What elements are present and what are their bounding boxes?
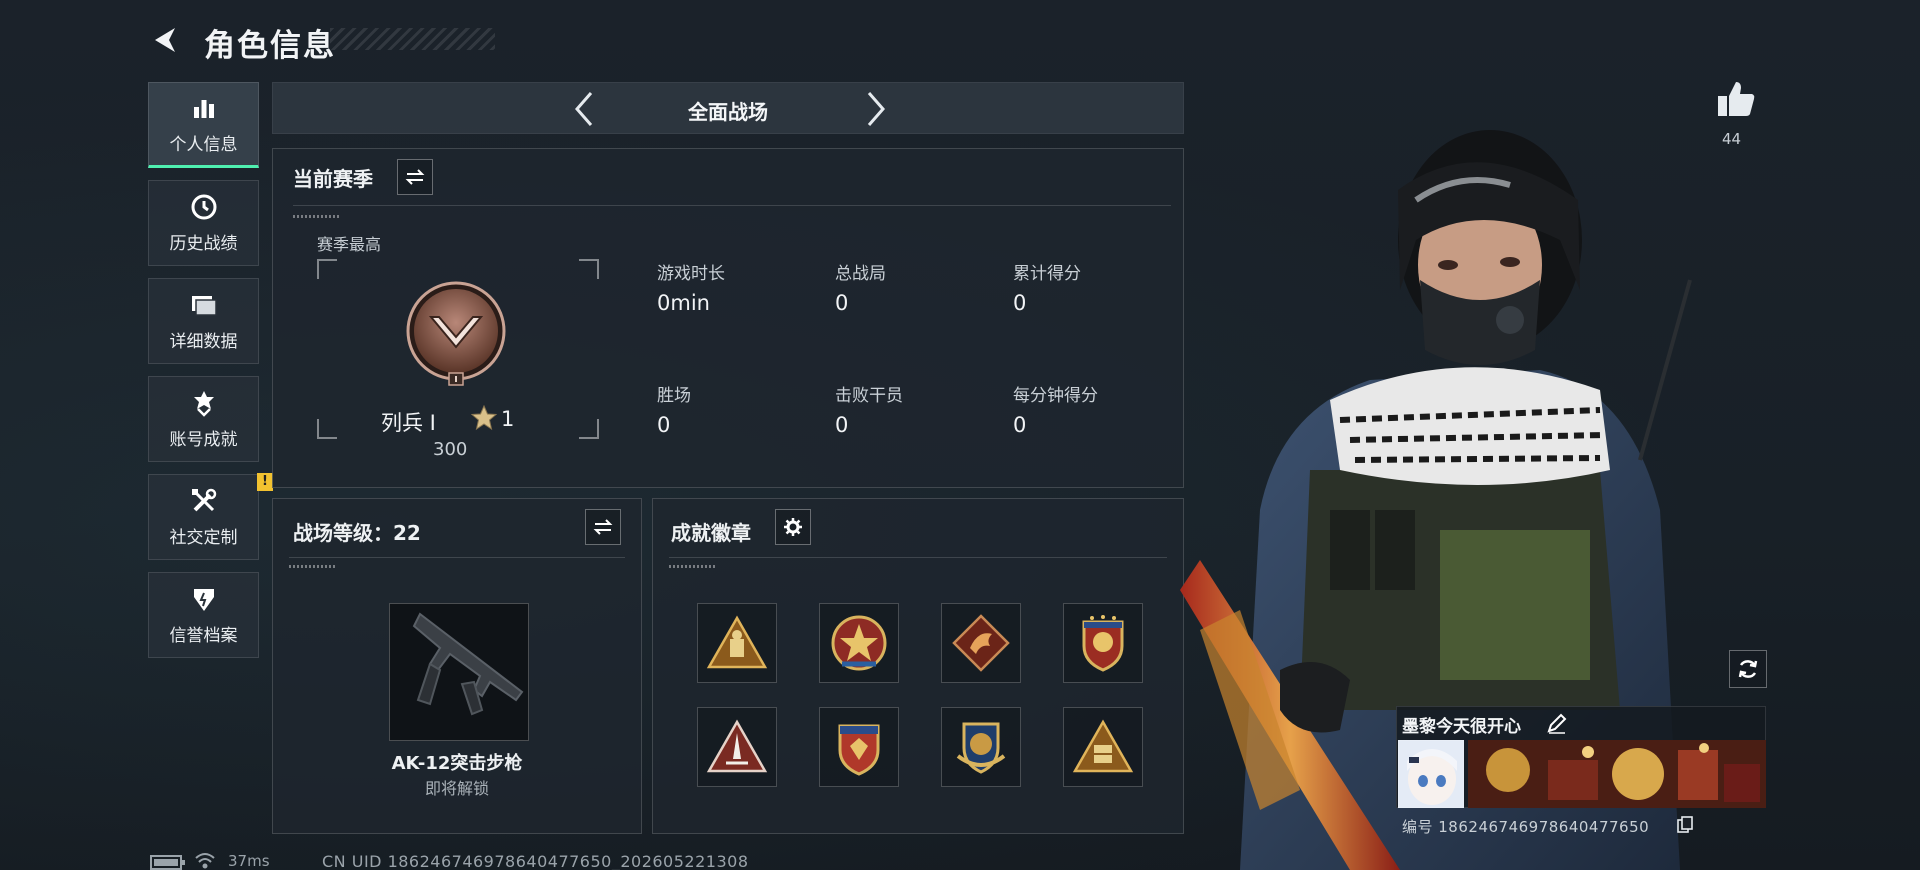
season-best-label: 赛季最高 xyxy=(317,235,382,254)
level-switch-button[interactable] xyxy=(585,509,621,545)
stat-label: 每分钟得分 xyxy=(1013,386,1098,406)
stat-value: 0 xyxy=(835,291,849,315)
badges-title: 成就徽章 xyxy=(671,521,751,545)
star-icon xyxy=(470,404,498,431)
shield-icon xyxy=(190,585,218,613)
divider xyxy=(289,557,625,558)
badge-slot[interactable] xyxy=(941,603,1021,683)
badge-crate-icon xyxy=(1072,719,1134,773)
sidebar-item-label: 详细数据 xyxy=(169,331,238,352)
achievement-icon xyxy=(190,389,218,417)
sidebar-item-label: 信誉档案 xyxy=(169,625,238,646)
avatar[interactable] xyxy=(1398,740,1464,808)
stat-label: 胜场 xyxy=(657,386,691,406)
rifle-icon xyxy=(412,612,524,716)
gear-icon xyxy=(784,518,802,536)
ping-value: 37ms xyxy=(228,852,270,870)
stat-value: 0 xyxy=(835,413,849,437)
decoration xyxy=(669,565,717,568)
sidebar-item-label: 历史战绩 xyxy=(169,233,238,254)
sidebar-item-history[interactable]: 历史战绩 xyxy=(148,180,259,266)
sidebar-item-reputation[interactable]: 信誉档案 xyxy=(148,572,259,658)
stat-value: 0 xyxy=(1013,413,1027,437)
sidebar-item-achievements[interactable]: 账号成就 xyxy=(148,376,259,462)
stat-label: 游戏时长 xyxy=(657,264,725,284)
badge-slot[interactable] xyxy=(819,707,899,787)
thumbs-up-icon[interactable] xyxy=(1714,78,1758,122)
stat-label: 累计得分 xyxy=(1013,264,1081,284)
mode-selector: 全面战场 xyxy=(272,82,1184,134)
weapon-status: 即将解锁 xyxy=(424,779,489,798)
sidebar-item-detail-data[interactable]: 详细数据 xyxy=(148,278,259,364)
page-title: 角色信息 xyxy=(204,28,336,64)
divider xyxy=(669,557,1167,558)
badge-slot[interactable] xyxy=(1063,603,1143,683)
rank-score: 300 xyxy=(433,439,468,460)
uid-line: CN UID 1862467469786404776​50_2026052213… xyxy=(322,852,749,870)
divider xyxy=(293,205,1171,206)
badge-slot[interactable] xyxy=(1063,707,1143,787)
refresh-button[interactable] xyxy=(1729,650,1767,688)
sidebar-item-personal-info[interactable]: 个人信息 xyxy=(148,82,259,168)
clock-icon xyxy=(190,193,218,221)
badge-slot[interactable] xyxy=(819,603,899,683)
back-arrow-icon xyxy=(155,28,175,52)
mode-label: 全面战场 xyxy=(688,100,768,124)
achievement-badges-panel: 成就徽章 xyxy=(652,498,1184,834)
decoration xyxy=(289,565,337,568)
rank-emblem-icon xyxy=(403,281,509,387)
player-id: 编号 1862467469786404776​50 xyxy=(1402,818,1650,836)
badge-slot[interactable] xyxy=(697,603,777,683)
stat-value: 0 xyxy=(657,413,671,437)
rank-name: 列兵 I xyxy=(381,411,436,435)
badge-triangle-icon xyxy=(706,615,768,669)
badge-settings-button[interactable] xyxy=(775,509,811,545)
decoration xyxy=(293,215,341,218)
weapon-name: AK-12突击步枪 xyxy=(391,753,523,774)
back-button[interactable] xyxy=(148,22,184,58)
swap-icon xyxy=(405,169,425,185)
season-panel: 当前赛季 赛季最高 列兵 I 1 300 游戏时长 0min 总战局 0 累计得… xyxy=(272,148,1184,488)
stat-label: 击败干员 xyxy=(835,386,903,406)
player-name: 墨黎今天很开心 xyxy=(1402,717,1521,737)
copy-icon[interactable] xyxy=(1676,816,1694,834)
stat-value: 0min xyxy=(657,291,710,315)
sidebar: 个人信息 历史战绩 详细数据 账号成就 社交定制 ! 信誉档案 xyxy=(148,82,273,670)
stat-value: 0 xyxy=(1013,291,1027,315)
sidebar-item-label: 社交定制 xyxy=(169,527,238,548)
mode-next-button[interactable] xyxy=(859,91,895,127)
season-switch-button[interactable] xyxy=(397,159,433,195)
rank-star-count: 1 xyxy=(501,407,515,431)
bar-chart-icon xyxy=(190,94,218,122)
title-decoration xyxy=(330,28,495,50)
sidebar-item-label: 个人信息 xyxy=(169,134,238,155)
badge-slot[interactable] xyxy=(697,707,777,787)
chevron-right-icon xyxy=(867,92,885,126)
sidebar-item-label: 账号成就 xyxy=(169,429,238,450)
battlefield-level-title: 战场等级：22 xyxy=(293,521,421,545)
season-title: 当前赛季 xyxy=(293,167,373,191)
edit-icon[interactable] xyxy=(1546,712,1568,734)
battlefield-level-panel: 战场等级：22 AK-12突击步枪 即将解锁 xyxy=(272,498,642,834)
folder-icon xyxy=(190,291,218,319)
like-count: 44 xyxy=(1722,130,1742,148)
sidebar-item-social-custom[interactable]: 社交定制 ! xyxy=(148,473,273,560)
weapon-image[interactable] xyxy=(389,603,529,741)
badge-star-seal-icon xyxy=(831,615,887,671)
stat-label: 总战局 xyxy=(835,264,886,284)
wifi-icon xyxy=(195,852,215,870)
battery-icon xyxy=(150,855,186,870)
badge-crest-icon xyxy=(838,724,880,776)
badge-rocket-icon xyxy=(706,719,768,773)
badge-slot[interactable] xyxy=(941,707,1021,787)
tools-icon xyxy=(190,487,218,515)
namecard-banner xyxy=(1468,740,1766,808)
swap-icon xyxy=(593,519,613,535)
badge-laurel-icon xyxy=(956,722,1006,774)
badge-dragon-icon xyxy=(952,614,1010,672)
refresh-icon xyxy=(1738,660,1758,678)
badge-shield-icon xyxy=(1082,615,1124,672)
alert-badge: ! xyxy=(257,473,273,491)
